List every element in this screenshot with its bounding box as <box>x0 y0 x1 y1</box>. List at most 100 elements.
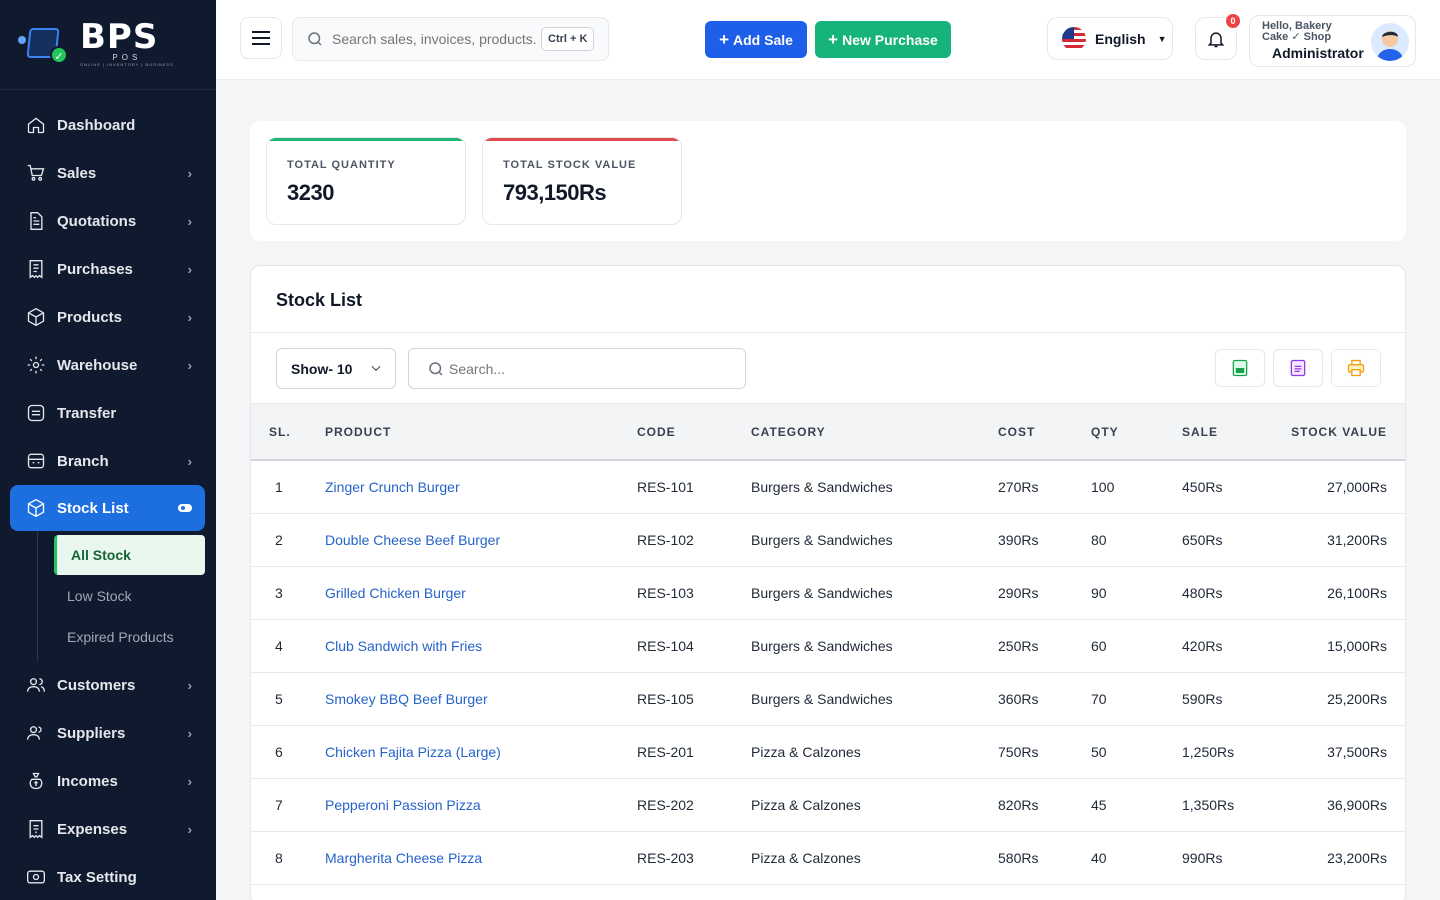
new-purchase-button[interactable]: + New Purchase <box>815 21 951 58</box>
cell-product-link[interactable]: Pepperoni Passion Pizza <box>325 778 637 832</box>
sidebar: ✓ BPS POS ONLINE | INVENTORY | BUSINESS … <box>0 0 216 900</box>
table-row[interactable]: 8 Margherita Cheese Pizza RES-203 Pizza … <box>251 831 1405 885</box>
notifications-button[interactable]: 0 <box>1195 14 1240 60</box>
subnav-item-low-stock[interactable]: Low Stock <box>38 575 216 616</box>
export-excel-button[interactable] <box>1215 349 1265 387</box>
column-header-sale[interactable]: SALE <box>1182 404 1262 460</box>
transfer-icon <box>26 403 46 423</box>
table-row[interactable]: 7 Pepperoni Passion Pizza RES-202 Pizza … <box>251 778 1405 832</box>
cell-sale: 990Rs <box>1182 831 1262 885</box>
sidebar-item-products[interactable]: Products › <box>0 293 216 341</box>
cell-stock-value: 27,000Rs <box>1262 460 1405 514</box>
sidebar-item-purchases[interactable]: Purchases › <box>0 245 216 293</box>
subnav-item-all-stock[interactable]: All Stock <box>54 535 205 575</box>
stock-subnav: All Stock Low Stock Expired Products <box>37 531 216 661</box>
cell-cost: 580Rs <box>998 831 1091 885</box>
export-pdf-button[interactable] <box>1273 349 1323 387</box>
plus-icon: + <box>828 29 839 49</box>
user-menu[interactable]: Hello, Bakery Cake ✓ Shop Administrator <box>1249 15 1416 67</box>
total-stock-value-card: TOTAL STOCK VALUE 793,150Rs <box>482 137 682 225</box>
column-header-code[interactable]: CODE <box>637 404 751 460</box>
document-file-icon <box>1290 359 1306 377</box>
column-header-cost[interactable]: COST <box>998 404 1091 460</box>
sidebar-item-dashboard[interactable]: Dashboard <box>0 101 216 149</box>
sidebar-item-customers[interactable]: Customers › <box>0 661 216 709</box>
chevron-right-icon: › <box>187 725 192 741</box>
cell-code: RES-203 <box>637 831 751 885</box>
sidebar-item-sales[interactable]: Sales › <box>0 149 216 197</box>
cell-code: RES-201 <box>637 725 751 779</box>
sidebar-item-label: Branch <box>57 452 109 470</box>
table-row[interactable]: 4 Club Sandwich with Fries RES-104 Burge… <box>251 619 1405 673</box>
page-title: Stock List <box>251 266 1405 333</box>
table-row[interactable]: 6 Chicken Fajita Pizza (Large) RES-201 P… <box>251 725 1405 779</box>
sidebar-item-quotations[interactable]: Quotations › <box>0 197 216 245</box>
brand-logo[interactable]: ✓ BPS POS ONLINE | INVENTORY | BUSINESS <box>0 0 216 90</box>
global-search[interactable]: Ctrl + K <box>292 17 609 61</box>
cell-product-link[interactable]: Chicken Fajita Pizza (Large) <box>325 725 637 779</box>
table-toolbar: Show- 10 <box>251 333 1405 404</box>
chevron-right-icon: › <box>187 213 192 229</box>
cell-sl: 4 <box>251 619 325 673</box>
column-header-qty[interactable]: QTY <box>1091 404 1182 460</box>
sidebar-item-branch[interactable]: Branch › <box>0 437 216 485</box>
sidebar-item-label: Products <box>57 308 123 326</box>
sidebar-item-transfer[interactable]: Transfer <box>0 389 216 437</box>
column-header-sl[interactable]: SL. <box>251 404 325 460</box>
cell-product-link[interactable]: Margherita Cheese Pizza <box>325 831 637 885</box>
cell-product-link[interactable]: Grilled Chicken Burger <box>325 566 637 620</box>
cell-sl: 1 <box>251 460 325 514</box>
sidebar-item-stock-list[interactable]: Stock List <box>10 485 205 531</box>
cell-sl: 2 <box>251 513 325 567</box>
page-size-select[interactable]: Show- 10 <box>276 348 396 389</box>
cell-product-link[interactable]: Club Sandwich with Fries <box>325 619 637 673</box>
warehouse-icon <box>26 355 46 375</box>
table-row[interactable]: 2 Double Cheese Beef Burger RES-102 Burg… <box>251 513 1405 567</box>
language-selector[interactable]: English ▼ <box>1047 17 1173 60</box>
cell-product-link[interactable]: Double Cheese Beef Burger <box>325 513 637 567</box>
menu-toggle-button[interactable] <box>240 17 282 59</box>
total-stock-value: 793,150Rs <box>503 180 607 205</box>
table-row[interactable]: 5 Smokey BBQ Beef Burger RES-105 Burgers… <box>251 672 1405 726</box>
cell-cost: 270Rs <box>998 460 1091 514</box>
cell-cost: 750Rs <box>998 725 1091 779</box>
add-sale-button[interactable]: + Add Sale <box>705 21 807 58</box>
cell-qty: 60 <box>1091 619 1182 673</box>
sidebar-item-suppliers[interactable]: Suppliers › <box>0 709 216 757</box>
bell-icon <box>1207 31 1225 47</box>
sidebar-item-warehouse[interactable]: Warehouse › <box>0 341 216 389</box>
column-header-product[interactable]: PRODUCT <box>325 404 637 460</box>
cell-sl: 6 <box>251 725 325 779</box>
chevron-right-icon: › <box>187 453 192 469</box>
cell-sale: 450Rs <box>1182 460 1262 514</box>
cell-cost: 360Rs <box>998 672 1091 726</box>
branch-icon <box>26 451 46 471</box>
table-row[interactable]: 3 Grilled Chicken Burger RES-103 Burgers… <box>251 566 1405 620</box>
cell-category: Burgers & Sandwiches <box>751 460 998 514</box>
hamburger-icon <box>252 37 270 39</box>
expand-toggle-icon[interactable] <box>178 504 192 512</box>
print-button[interactable] <box>1331 349 1381 387</box>
cell-sale: 1,250Rs <box>1182 725 1262 779</box>
table-search[interactable] <box>408 348 746 389</box>
cell-stock-value: 37,500Rs <box>1262 725 1405 779</box>
column-header-stock-value[interactable]: STOCK VALUE <box>1262 404 1405 460</box>
sidebar-item-label: Sales <box>57 164 97 182</box>
home-icon <box>26 115 46 135</box>
column-header-category[interactable]: CATEGORY <box>751 404 998 460</box>
brand-name: BPS <box>80 17 159 57</box>
sidebar-item-label: Tax Setting <box>57 868 137 886</box>
global-search-input[interactable] <box>332 31 537 47</box>
cell-product-link[interactable]: Smokey BBQ Beef Burger <box>325 672 637 726</box>
cell-product-link[interactable]: Zinger Crunch Burger <box>325 460 637 514</box>
total-stock-value-label: TOTAL STOCK VALUE <box>503 159 637 171</box>
cell-sl: 3 <box>251 566 325 620</box>
chevron-right-icon: › <box>187 357 192 373</box>
chevron-right-icon: › <box>187 165 192 181</box>
subnav-item-expired-products[interactable]: Expired Products <box>38 616 216 657</box>
table-search-input[interactable] <box>449 360 729 377</box>
table-row[interactable]: 1 Zinger Crunch Burger RES-101 Burgers &… <box>251 460 1405 514</box>
sidebar-item-expenses[interactable]: Expenses › <box>0 805 216 853</box>
sidebar-item-tax-setting[interactable]: Tax Setting <box>0 853 216 900</box>
sidebar-item-incomes[interactable]: Incomes › <box>0 757 216 805</box>
